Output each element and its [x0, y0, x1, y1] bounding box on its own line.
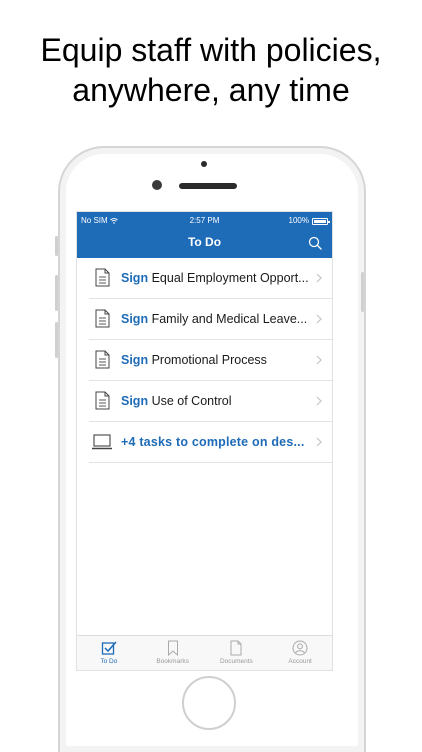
- more-tasks-row[interactable]: +4 tasks to complete on des...: [89, 422, 332, 463]
- task-label: Sign Family and Medical Leave...: [121, 299, 313, 339]
- search-icon[interactable]: [308, 236, 322, 250]
- tab-account[interactable]: Account: [268, 636, 332, 670]
- laptop-icon: [92, 434, 112, 450]
- battery-percent: 100%: [288, 216, 309, 225]
- task-title: Equal Employment Opport...: [151, 271, 309, 285]
- user-icon: [292, 640, 308, 656]
- tab-label: Bookmarks: [156, 658, 189, 665]
- task-title: Use of Control: [151, 394, 232, 408]
- earpiece-speaker: [179, 183, 237, 189]
- tab-documents[interactable]: Documents: [205, 636, 269, 670]
- home-button[interactable]: [182, 676, 236, 730]
- task-action: Sign: [121, 353, 149, 367]
- document-icon: [95, 268, 110, 287]
- task-title: Family and Medical Leave...: [151, 312, 308, 326]
- chevron-right-icon: [316, 396, 322, 406]
- proximity-sensor: [201, 161, 207, 167]
- app-screen: No SIM 2:57 PM 100% To Do Sign Equal Emp…: [76, 211, 333, 671]
- task-row-2[interactable]: Sign Promotional Process: [89, 340, 332, 381]
- bookmark-icon: [167, 640, 178, 656]
- tab-bar: To Do Bookmarks Documents Account: [77, 635, 332, 670]
- headline-line-1: Equip staff with policies,: [40, 32, 382, 68]
- task-action: Sign: [121, 394, 149, 408]
- task-label: Sign Equal Employment Opport...: [121, 258, 313, 298]
- task-action: Sign: [121, 312, 149, 326]
- volume-up-button: [55, 275, 58, 311]
- task-label: Sign Promotional Process: [121, 340, 313, 380]
- document-icon: [95, 309, 110, 328]
- task-row-3[interactable]: Sign Use of Control: [89, 381, 332, 422]
- chevron-right-icon: [316, 273, 322, 283]
- task-label: Sign Use of Control: [121, 381, 313, 421]
- mute-switch: [55, 236, 58, 256]
- battery-icon: [312, 217, 330, 225]
- page-title: To Do: [187, 235, 222, 249]
- status-battery: 100%: [288, 215, 330, 227]
- document-icon: [95, 350, 110, 369]
- checkbox-icon: [101, 641, 117, 655]
- tab-to-do[interactable]: To Do: [77, 636, 141, 670]
- more-tasks-label: +4 tasks to complete on des...: [121, 435, 305, 449]
- front-camera: [152, 180, 162, 190]
- power-button: [361, 272, 364, 312]
- tab-label: Documents: [219, 658, 253, 665]
- task-list: Sign Equal Employment Opport... Sign Fam…: [77, 258, 332, 463]
- chevron-right-icon: [316, 314, 322, 324]
- task-row-1[interactable]: Sign Family and Medical Leave...: [89, 299, 332, 340]
- tab-label: Account: [288, 658, 312, 665]
- chevron-right-icon: [316, 437, 322, 447]
- tab-label: To Do: [100, 658, 118, 665]
- document-icon: [230, 640, 242, 656]
- task-title: Promotional Process: [151, 353, 267, 367]
- headline: Equip staff with policies, anywhere, any…: [0, 30, 422, 110]
- nav-bar: No SIM 2:57 PM 100% To Do: [77, 212, 332, 258]
- volume-down-button: [55, 322, 58, 358]
- document-icon: [95, 391, 110, 410]
- tab-bookmarks[interactable]: Bookmarks: [141, 636, 205, 670]
- task-action: Sign: [121, 271, 149, 285]
- headline-line-2: anywhere, any time: [72, 72, 350, 108]
- task-row-0[interactable]: Sign Equal Employment Opport...: [89, 258, 332, 299]
- chevron-right-icon: [316, 355, 322, 365]
